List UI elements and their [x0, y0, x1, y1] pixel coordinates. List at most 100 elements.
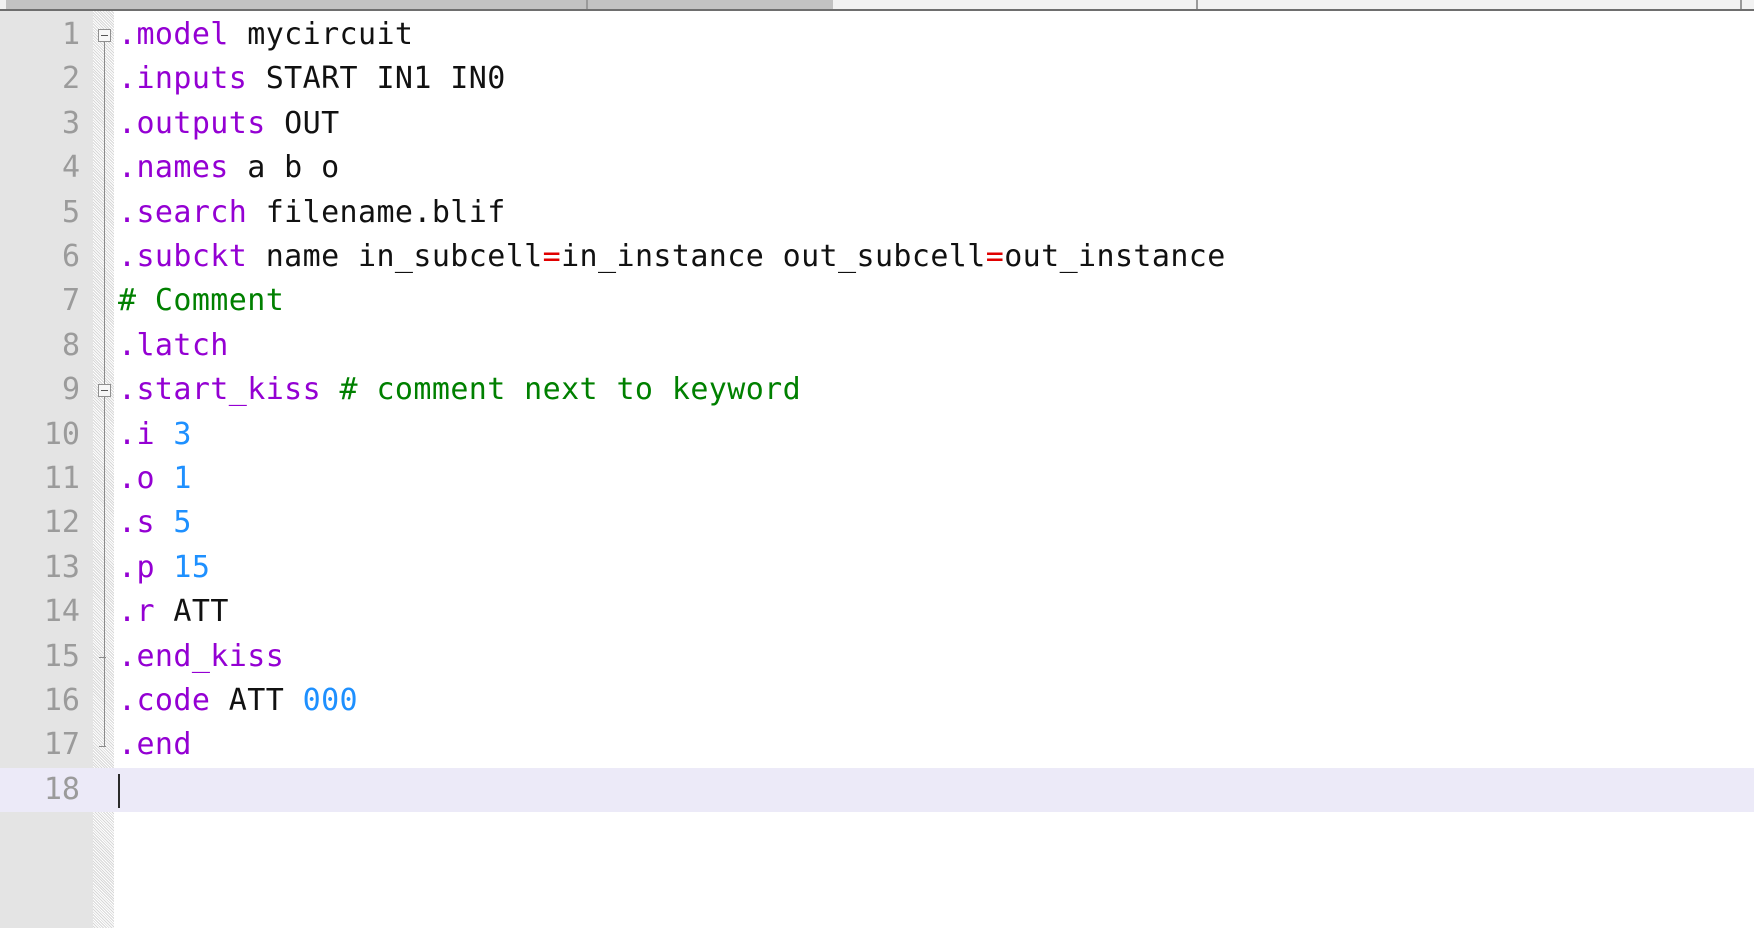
token-num: 5 — [173, 505, 192, 541]
token-kw: .i — [118, 416, 155, 452]
token-kw: .code — [118, 683, 211, 718]
token-cmt: # Comment — [118, 283, 285, 319]
code-line-text[interactable]: .subckt name in_subcell=in_instance out_… — [118, 235, 1226, 279]
code-line-text[interactable]: .code ATT 000 — [118, 679, 358, 723]
code-line-row[interactable]: 10 .i 3 — [0, 413, 1754, 457]
text-caret — [118, 773, 120, 808]
code-line-text[interactable]: .p 15 — [118, 546, 210, 590]
token-op: = — [985, 239, 1005, 274]
token-num: 000 — [302, 683, 359, 718]
line-number: 1 — [61, 17, 80, 52]
line-number: 5 — [61, 194, 80, 230]
token-kw: .p — [118, 549, 155, 585]
token-kw: .subckt — [118, 239, 248, 274]
code-line-row[interactable]: 9 .start_kiss # comment next to keyword — [0, 368, 1754, 412]
token-op: = — [542, 239, 562, 274]
token-kw: .start_kiss — [118, 372, 322, 408]
code-line-text[interactable]: # Comment — [118, 279, 284, 323]
fold-collapse-icon[interactable] — [98, 384, 111, 398]
fold-range-end-marker — [99, 656, 106, 658]
code-line-text[interactable]: .r ATT — [118, 590, 229, 634]
token-num: 3 — [173, 416, 192, 452]
code-line-text[interactable]: .outputs OUT — [118, 102, 340, 146]
token-kw: .outputs — [118, 105, 266, 141]
line-number: 17 — [43, 727, 80, 763]
token-pln: START IN1 IN0 — [247, 61, 506, 97]
line-number: 4 — [61, 150, 80, 186]
window-chrome-strip — [0, 0, 1754, 11]
token-pln: filename.blif — [247, 194, 506, 230]
fold-range-line — [104, 397, 105, 657]
chrome-segment-mid — [588, 0, 833, 9]
code-line-row[interactable]: 5 .search filename.blif — [0, 191, 1754, 235]
line-number: 3 — [61, 105, 80, 141]
token-kw: .end — [118, 727, 192, 763]
token-pln: ATT — [210, 683, 303, 718]
code-line-text[interactable]: .end — [118, 723, 192, 767]
code-editor[interactable]: 1 .model mycircuit 2 .inputs START IN1 IN0 3… — [0, 11, 1754, 928]
line-number: 18 — [43, 771, 80, 807]
chrome-divider-2 — [1196, 0, 1198, 9]
token-pln — [155, 417, 173, 452]
line-number: 15 — [43, 638, 80, 674]
code-line-text[interactable]: .end_kiss — [118, 635, 284, 679]
token-kw: .model — [118, 17, 229, 52]
code-line-text[interactable]: .s 5 — [118, 501, 192, 545]
code-line-text[interactable]: .i 3 — [118, 413, 192, 457]
code-line-text[interactable]: .start_kiss # comment next to keyword — [118, 368, 801, 412]
fold-collapse-icon[interactable] — [98, 29, 111, 43]
token-kw: .o — [118, 461, 155, 496]
code-line-row[interactable]: 15 .end_kiss — [0, 635, 1754, 679]
token-pln — [155, 461, 173, 496]
chrome-segment-left — [6, 0, 586, 9]
line-number: 13 — [43, 549, 80, 585]
code-line-text[interactable]: .search filename.blif — [118, 191, 506, 235]
token-pln: in_instance out_subcell — [561, 239, 986, 274]
token-kw: .latch — [118, 327, 229, 363]
token-kw: .inputs — [118, 61, 248, 97]
line-number: 11 — [43, 461, 80, 496]
code-line-row[interactable]: 3 .outputs OUT — [0, 102, 1754, 146]
token-pln — [155, 550, 173, 585]
line-number: 8 — [61, 327, 80, 363]
line-number: 10 — [43, 416, 80, 452]
token-num: 15 — [173, 549, 211, 585]
token-pln — [155, 505, 173, 540]
code-line-text[interactable]: .names a b o — [118, 146, 340, 190]
chrome-divider-3 — [1740, 0, 1742, 9]
token-pln: a b o — [228, 150, 340, 186]
line-number: 16 — [43, 683, 80, 718]
line-number: 2 — [61, 61, 80, 97]
token-kw: .s — [118, 505, 155, 541]
code-line-text[interactable]: .o 1 — [118, 457, 192, 501]
token-kw: .names — [118, 150, 229, 186]
code-line-row[interactable]: 11 .o 1 — [0, 457, 1754, 501]
code-line-row[interactable]: 2 .inputs START IN1 IN0 — [0, 57, 1754, 101]
code-line-row[interactable]: 1 .model mycircuit — [0, 13, 1754, 57]
token-kw: .end_kiss — [118, 638, 285, 674]
token-kw: .r — [118, 594, 155, 630]
code-line-row[interactable]: 13 .p 15 — [0, 546, 1754, 590]
code-line-text[interactable]: .inputs START IN1 IN0 — [118, 57, 506, 101]
token-pln — [321, 372, 339, 407]
code-line-row[interactable]: 18 — [0, 767, 1754, 813]
token-cmt: # comment next to keyword — [339, 372, 802, 408]
token-pln: out_instance — [1004, 239, 1226, 274]
token-pln: OUT — [265, 105, 340, 141]
code-line-row[interactable]: 16 .code ATT 000 — [0, 679, 1754, 723]
code-line-row[interactable]: 4 .names a b o — [0, 146, 1754, 190]
line-number: 12 — [43, 505, 80, 541]
code-line-row[interactable]: 12 .s 5 — [0, 501, 1754, 545]
code-text-layer[interactable]: 1 .model mycircuit 2 .inputs START IN1 IN0 3… — [0, 11, 1754, 928]
code-line-row[interactable]: 8 .latch — [0, 324, 1754, 368]
code-line-text[interactable]: .model mycircuit — [118, 13, 413, 57]
code-line-row[interactable]: 6 .subckt name in_subcell=in_instance out… — [0, 235, 1754, 279]
token-pln: ATT — [154, 594, 229, 630]
code-line-row[interactable]: 17 .end — [0, 723, 1754, 767]
line-number: 7 — [61, 283, 80, 319]
code-line-row[interactable]: 7 # Comment — [0, 279, 1754, 323]
line-number: 6 — [61, 239, 80, 274]
code-line-row[interactable]: 14 .r ATT — [0, 590, 1754, 634]
token-pln: mycircuit — [228, 17, 414, 52]
code-line-text[interactable]: .latch — [118, 324, 229, 368]
